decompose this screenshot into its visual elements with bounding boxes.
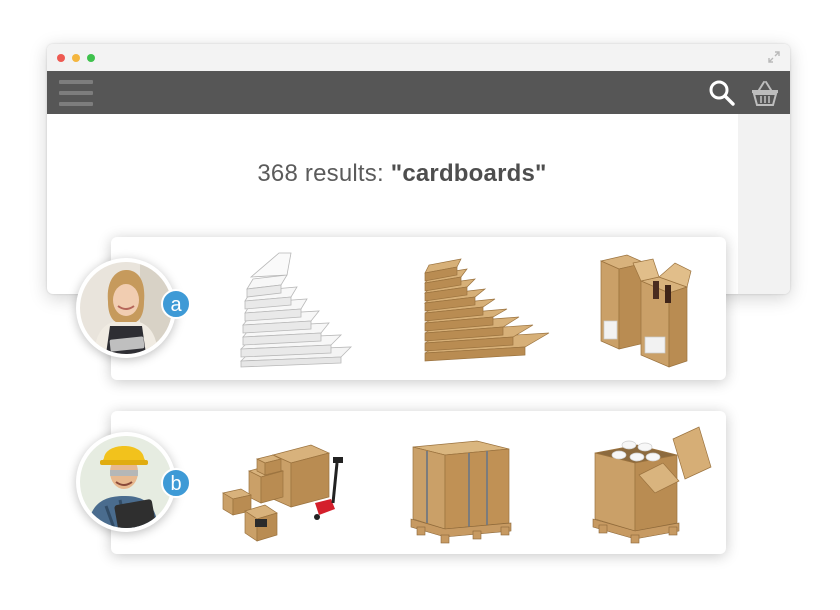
boxes-with-pallet-jack[interactable] [219, 415, 345, 550]
search-icon[interactable] [708, 79, 736, 107]
search-results-heading: 368 results: "cardboards" [47, 160, 757, 188]
window-titlebar [47, 44, 790, 72]
search-query: "cardboards" [390, 160, 547, 187]
product-row-a [111, 237, 726, 380]
open-pallet-box-with-rolls[interactable] [589, 415, 715, 550]
persona-a-badge: a [161, 289, 191, 319]
hamburger-menu-icon[interactable] [59, 80, 93, 106]
shopping-basket-icon[interactable] [750, 79, 780, 107]
white-flat-boxes-stack[interactable] [229, 241, 369, 376]
close-window-button[interactable] [57, 54, 65, 62]
brown-flat-boxes-stack[interactable] [417, 241, 557, 376]
minimize-window-button[interactable] [72, 54, 80, 62]
strapped-pallet-box[interactable] [407, 415, 515, 550]
persona-b-badge: b [161, 468, 191, 498]
maximize-window-button[interactable] [87, 54, 95, 62]
expand-icon[interactable] [768, 51, 780, 63]
product-row-b [111, 411, 726, 554]
app-header-bar [47, 71, 790, 114]
results-label: results: [298, 160, 391, 187]
bottle-shipping-boxes[interactable] [595, 241, 715, 376]
results-count: 368 [257, 160, 299, 187]
scrollbar-area [738, 114, 790, 294]
